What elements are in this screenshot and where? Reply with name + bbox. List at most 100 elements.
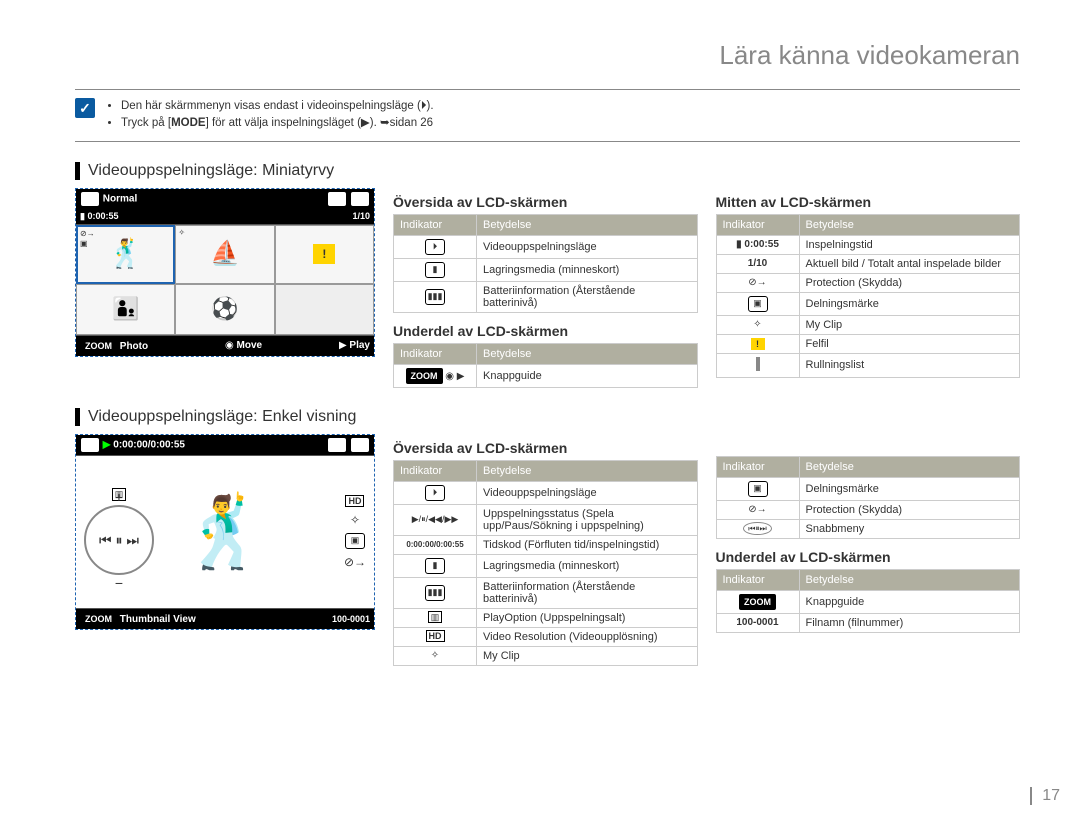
table-row: Rullningslist: [716, 353, 1020, 377]
battery-icon: ▮▮▮: [425, 585, 445, 601]
table-row: HDVideo Resolution (Videoupplösning): [394, 627, 698, 646]
table-top-lcd-2: IndikatorBetydelse ⏵Videouppspelningsläg…: [393, 460, 698, 666]
soccer-icon: ⚽: [211, 298, 238, 320]
card-icon: ▮: [425, 558, 445, 574]
card-icon: ▮: [425, 262, 445, 278]
play-indicator: ▶: [103, 439, 111, 450]
lock-icon: ⊘→: [344, 555, 366, 569]
thumbnail-grid: ⊘→▣ 🕺 ✧ ⛵ ! 👨‍👦 ⚽: [76, 224, 374, 336]
share-icon: ▣: [748, 296, 768, 312]
heading-mid-lcd-1: Mitten av LCD-skärmen: [716, 194, 1021, 210]
card-icon: ▮: [327, 191, 347, 207]
dancer-silhouette: 🕺: [181, 497, 268, 567]
lcd2-thumbview: ZOOM Thumbnail View: [80, 611, 196, 627]
table-top-lcd-1: IndikatorBetydelse ⏵Videouppspelningsläg…: [393, 214, 698, 313]
battery-icon: ▮▮▮: [350, 437, 370, 453]
zoom-label: ZOOM: [406, 368, 443, 384]
right-icons: HD ✧ ▣ ⊘→: [344, 495, 366, 569]
hd-icon: HD: [426, 630, 445, 642]
warning-icon: !: [313, 244, 335, 264]
thumbnail-4[interactable]: 👨‍👦: [76, 284, 175, 335]
table-bottom-lcd-1: IndikatorBetydelse ZOOM ◉ ▶Knappguide: [393, 343, 698, 388]
thumbnail-1[interactable]: ⊘→▣ 🕺: [76, 225, 175, 284]
share-icon: ▣: [345, 533, 365, 549]
lock-icon: ⊘→: [748, 504, 766, 515]
playoption-icon: ▥: [428, 611, 443, 623]
heading-bottom-lcd-2: Underdel av LCD-skärmen: [716, 549, 1021, 565]
table-right-2a: IndikatorBetydelse ▣Delningsmärke ⊘→Prot…: [716, 456, 1021, 539]
table-row: ▥PlayOption (Uppspelningsalt): [394, 608, 698, 627]
battery-icon: ▮▮▮: [425, 289, 445, 305]
playmode-icon: ⏵: [425, 485, 445, 501]
table-row: ⊘→Protection (Skydda): [716, 500, 1020, 519]
heading-top-lcd-1: Översida av LCD-skärmen: [393, 194, 698, 210]
table-row: ⏵Videouppspelningsläge: [394, 235, 698, 258]
table-row: ✧My Clip: [394, 646, 698, 665]
table-row: 0:00:00/0:00:55Tidskod (Förfluten tid/in…: [394, 535, 698, 554]
heading-top-lcd-2: Översida av LCD-skärmen: [393, 440, 698, 456]
myclip-icon: ✧: [350, 513, 360, 527]
thumbnail-2[interactable]: ✧ ⛵: [175, 225, 274, 284]
section-single-view: Videouppspelningsläge: Enkel visning: [75, 408, 1020, 426]
zoom-label: ZOOM: [80, 611, 117, 627]
table-row: ▮▮▮Batteriinformation (Återstående batte…: [394, 577, 698, 608]
person-silhouette-icon: 🕺: [108, 240, 143, 268]
table-row: ▮Lagringsmedia (minneskort): [394, 258, 698, 281]
playmode-icon: ⏵: [80, 437, 100, 453]
quickmenu-icon: ⏮⏸⏭: [743, 522, 771, 535]
lcd1-top-right: ▮ ▮▮▮: [327, 191, 370, 207]
section-thumbnail-mode: Videouppspelningsläge: Miniatyrvy: [75, 162, 1020, 180]
page-number: 17: [1030, 787, 1060, 805]
playmode-icon: ⏵: [425, 239, 445, 255]
quick-menu-dial[interactable]: ⏮ ⏸ ⏭: [84, 505, 154, 575]
lcd1-photo: ZOOM Photo: [80, 338, 148, 354]
lcd2-top-right: ▮ ▮▮▮: [327, 437, 370, 453]
lcd-thumbnail: ⏵ Normal ▮ ▮▮▮ ▮ 0:00:55 1/10 ⊘→▣ 🕺 ✧: [75, 188, 375, 357]
myclip-icon: ✧: [753, 319, 761, 330]
lock-icon: ⊘→: [748, 277, 766, 288]
sailboat-icon: ⛵: [210, 242, 240, 266]
lcd1-count: 1/10: [352, 211, 370, 221]
notes-block: ✓ Den här skärmmenyn visas endast i vide…: [75, 89, 1020, 142]
lcd1-play: ▶ Play: [339, 340, 370, 351]
table-row: ⊘→Protection (Skydda): [716, 273, 1020, 292]
table-row: ✧My Clip: [716, 315, 1020, 334]
table-row: ▮ 0:00:55Inspelningstid: [716, 235, 1020, 254]
thumbnail-3[interactable]: !: [275, 225, 374, 284]
lcd2-filename: 100-0001: [332, 614, 370, 624]
table-row: ⏵Videouppspelningsläge: [394, 481, 698, 504]
table-row: ZOOM ◉ ▶Knappguide: [394, 364, 698, 387]
table-row: ▮▮▮Batteriinformation (Återstående batte…: [394, 281, 698, 312]
table-row: 100-0001Filnamn (filnummer): [716, 613, 1020, 632]
note-line-1: Den här skärmmenyn visas endast i videoi…: [121, 98, 434, 115]
battery-icon: ▮▮▮: [350, 191, 370, 207]
lcd-single: ⏵ ▶ 0:00:00/0:00:55 ▮ ▮▮▮ ▥ ⏮ ⏸ ⏭ 🕺 HD ✧: [75, 434, 375, 630]
table-row: ▣Delningsmärke: [716, 292, 1020, 315]
note-line-2: Tryck på [MODE] för att välja inspelning…: [121, 115, 434, 132]
table-row: ZOOMKnappguide: [716, 590, 1020, 613]
page-title: Lära känna videokameran: [75, 40, 1020, 71]
thumbnail-6[interactable]: [275, 284, 374, 335]
table-row: ▮Lagringsmedia (minneskort): [394, 554, 698, 577]
table-row: ⏮⏸⏭Snabbmeny: [716, 519, 1020, 538]
parent-child-icon: 👨‍👦: [112, 298, 139, 320]
card-icon: ▮: [327, 437, 347, 453]
zoom-label: ZOOM: [739, 594, 776, 610]
lcd2-top-left: ⏵ ▶ 0:00:00/0:00:55: [80, 437, 185, 453]
table-row: ▶/⏸/◀◀/▶▶Uppspelningsstatus (Spela upp/P…: [394, 504, 698, 535]
hd-icon: HD: [345, 495, 364, 507]
zoom-label: ZOOM: [80, 338, 117, 354]
scrollbar-icon: [756, 357, 760, 371]
share-icon: ▣: [748, 481, 768, 497]
check-icon: ✓: [75, 98, 95, 118]
lcd1-move: ◉ Move: [225, 340, 262, 351]
myclip-icon: ✧: [431, 650, 439, 661]
lcd1-rec-time: ▮ 0:00:55: [80, 211, 118, 222]
table-row: 1/10Aktuell bild / Totalt antal inspelad…: [716, 254, 1020, 273]
table-mid-lcd-1: IndikatorBetydelse ▮ 0:00:55Inspelningst…: [716, 214, 1021, 378]
heading-bottom-lcd-1: Underdel av LCD-skärmen: [393, 323, 698, 339]
thumbnail-5[interactable]: ⚽: [175, 284, 274, 335]
table-right-2b: IndikatorBetydelse ZOOMKnappguide 100-00…: [716, 569, 1021, 633]
lcd1-top-left: ⏵ Normal: [80, 191, 137, 207]
table-row: !Felfil: [716, 334, 1020, 353]
